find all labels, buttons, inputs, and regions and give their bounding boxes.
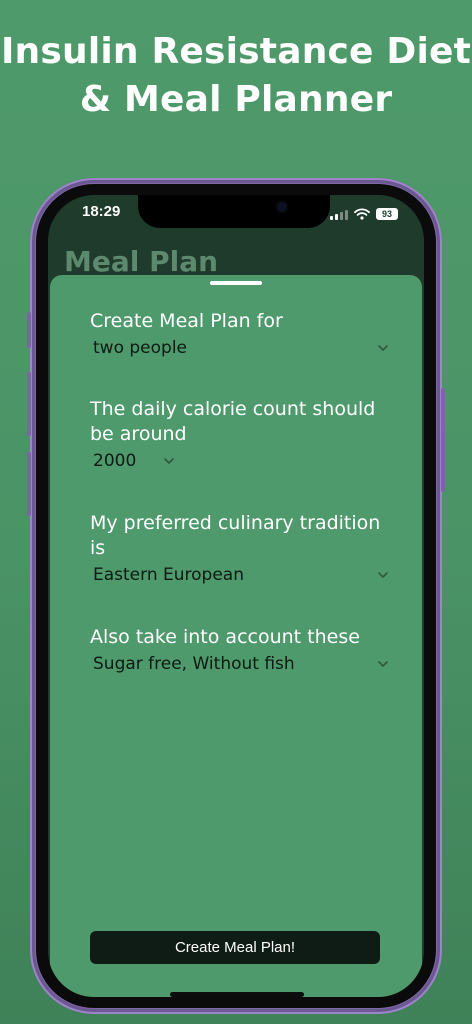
- signal-bars-icon: [330, 209, 348, 220]
- meal-plan-sheet: Create Meal Plan for two people The dail…: [50, 275, 422, 997]
- status-icons: 93: [330, 207, 398, 221]
- calorie-picker[interactable]: 2000: [90, 451, 390, 471]
- phone-screen: 18:29 93 Meal Plan Create Meal Plan for …: [48, 195, 424, 997]
- notch: [138, 195, 330, 228]
- sheet-grabber[interactable]: [210, 281, 262, 285]
- restrictions-field: Also take into account these Sugar free,…: [90, 625, 390, 674]
- background-page-title: Meal Plan: [64, 245, 219, 278]
- promo-line-1: Insulin Resistance Diet: [0, 31, 472, 72]
- chevron-down-icon: [164, 458, 175, 464]
- chevron-down-icon: [378, 572, 388, 578]
- wifi-icon: [354, 208, 370, 220]
- restrictions-label: Also take into account these: [90, 626, 360, 648]
- calorie-label: The daily calorie count should be around: [90, 398, 376, 445]
- people-label: Create Meal Plan for: [90, 310, 283, 332]
- restrictions-picker[interactable]: Sugar free, Without fish: [90, 654, 390, 674]
- tradition-label: My preferred culinary tradition is: [90, 512, 381, 559]
- status-time: 18:29: [82, 203, 121, 220]
- power-button: [441, 388, 445, 492]
- chevron-down-icon: [378, 661, 388, 667]
- promo-headline: Insulin Resistance Diet & Meal Planner: [0, 28, 472, 124]
- people-field: Create Meal Plan for two people: [90, 309, 390, 358]
- front-camera: [277, 202, 287, 212]
- tradition-picker[interactable]: Eastern European: [90, 565, 390, 585]
- people-picker[interactable]: two people: [90, 338, 390, 358]
- battery-icon: 93: [376, 208, 398, 220]
- volume-up-button: [27, 372, 31, 436]
- calorie-value: 2000: [93, 451, 137, 471]
- restrictions-value: Sugar free, Without fish: [93, 654, 295, 674]
- volume-down-button: [27, 452, 31, 516]
- home-indicator[interactable]: [170, 992, 304, 997]
- create-meal-plan-button[interactable]: Create Meal Plan!: [90, 931, 380, 964]
- calorie-field: The daily calorie count should be around…: [90, 397, 390, 471]
- tradition-value: Eastern European: [93, 565, 244, 585]
- promo-line-2: & Meal Planner: [79, 79, 393, 120]
- action-button: [27, 312, 31, 348]
- chevron-down-icon: [378, 345, 388, 351]
- people-value: two people: [93, 338, 187, 358]
- tradition-field: My preferred culinary tradition is Easte…: [90, 511, 390, 585]
